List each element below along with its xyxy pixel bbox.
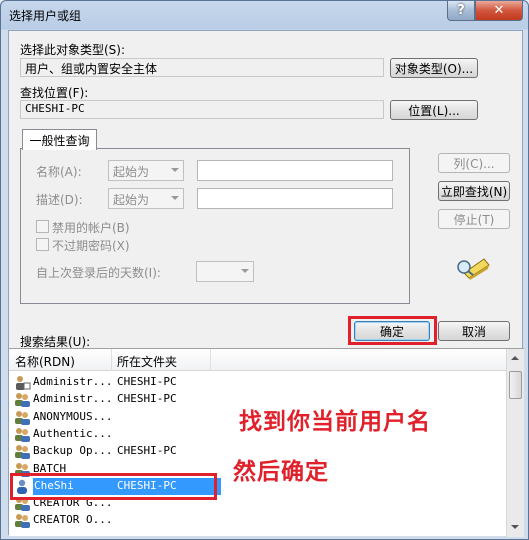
user-group-icon bbox=[14, 513, 31, 529]
row-name: CREATOR O... bbox=[33, 513, 113, 527]
search-flashlight-icon bbox=[457, 258, 490, 280]
row-name: Administr... bbox=[33, 375, 113, 388]
help-button[interactable]: ? bbox=[447, 1, 475, 21]
tab-general-query[interactable]: 一般性查询 bbox=[22, 129, 97, 150]
description-mode-select[interactable]: 起始为 bbox=[108, 188, 184, 209]
user-group-icon bbox=[14, 427, 31, 442]
location-label: 查找位置(F): bbox=[20, 86, 89, 100]
row-folder: CHESHI-PC bbox=[117, 392, 177, 406]
admin-user-icon bbox=[14, 375, 31, 390]
tab-general-query-label: 一般性查询 bbox=[29, 133, 90, 148]
name-mode-value: 起始为 bbox=[113, 165, 150, 179]
query-panel: 名称(A): 起始为 描述(D): 起始为 禁用的帐户(B) 不过期密码(X) … bbox=[20, 148, 410, 304]
annotation-line-1: 找到你当前用户名 bbox=[239, 409, 431, 435]
disabled-accounts-checkbox[interactable] bbox=[36, 220, 49, 233]
chevron-down-icon bbox=[171, 196, 179, 200]
close-button[interactable]: ✕ bbox=[475, 1, 523, 21]
chevron-down-icon bbox=[171, 168, 179, 172]
days-since-logon-select[interactable] bbox=[196, 261, 254, 282]
object-type-field: 用户、组或内置安全主体 bbox=[20, 58, 384, 77]
search-results-list[interactable]: 名称(RDN) 所在文件夹 Administr... CHESHI-PC Admin… bbox=[9, 348, 524, 537]
disabled-accounts-label: 禁用的帐户(B) bbox=[52, 221, 130, 235]
results-header: 名称(RDN) 所在文件夹 bbox=[9, 349, 506, 371]
selected-user-highlight-box bbox=[10, 473, 217, 500]
table-row[interactable]: Administr... CHESHI-PC bbox=[9, 374, 506, 391]
column-header-folder[interactable]: 所在文件夹 bbox=[117, 353, 177, 370]
user-group-icon bbox=[14, 410, 31, 425]
results-scrollbar[interactable] bbox=[506, 349, 524, 537]
find-now-button[interactable]: 立即查找(N) bbox=[438, 181, 510, 201]
title-bar: 选择用户或组 ? ✕ bbox=[1, 1, 528, 29]
row-name: ANONYMOUS... bbox=[33, 409, 113, 423]
stop-button[interactable]: 停止(T) bbox=[438, 209, 510, 229]
row-folder: CHESHI-PC bbox=[117, 444, 177, 458]
column-divider[interactable] bbox=[210, 349, 211, 371]
column-header-name[interactable]: 名称(RDN) bbox=[15, 353, 75, 370]
table-row[interactable]: CREATOR O... bbox=[9, 512, 506, 529]
object-type-label: 选择此对象类型(S): bbox=[20, 43, 126, 57]
description-label: 描述(D): bbox=[36, 193, 83, 207]
dialog-window: 选择用户或组 ? ✕ 选择此对象类型(S): 用户、组或内置安全主体 对象类型(… bbox=[0, 0, 529, 540]
chevron-down-icon bbox=[241, 269, 249, 273]
days-since-logon-label: 自上次登录后的天数(I): bbox=[36, 266, 161, 280]
non-expiring-password-label: 不过期密码(X) bbox=[52, 239, 130, 253]
scroll-up-icon[interactable] bbox=[511, 356, 519, 360]
window-title: 选择用户或组 bbox=[9, 9, 82, 23]
close-icon: ✕ bbox=[493, 3, 505, 18]
row-folder: CHESHI-PC bbox=[117, 375, 177, 388]
row-name: Authentic... bbox=[33, 426, 113, 440]
user-group-icon bbox=[14, 444, 31, 460]
row-name: Backup Op... bbox=[33, 444, 113, 458]
name-label: 名称(A): bbox=[36, 165, 82, 179]
object-types-button[interactable]: 对象类型(O)... bbox=[390, 58, 478, 78]
user-group-icon bbox=[14, 392, 31, 408]
scrollbar-thumb[interactable] bbox=[509, 371, 522, 399]
name-mode-select[interactable]: 起始为 bbox=[108, 160, 184, 181]
help-icon: ? bbox=[457, 3, 465, 18]
scroll-down-icon[interactable] bbox=[511, 525, 519, 529]
column-divider[interactable] bbox=[111, 349, 112, 371]
location-field: CHESHI-PC bbox=[20, 100, 384, 119]
row-name: Administr... bbox=[33, 392, 113, 406]
columns-button[interactable]: 列(C)... bbox=[438, 153, 510, 173]
dialog-client: 选择此对象类型(S): 用户、组或内置安全主体 对象类型(O)... 查找位置(… bbox=[8, 30, 524, 537]
description-input[interactable] bbox=[197, 188, 393, 209]
ok-highlight-box bbox=[348, 316, 437, 345]
annotation-line-2: 然后确定 bbox=[233, 459, 329, 485]
cancel-button[interactable]: 取消 bbox=[438, 321, 510, 341]
name-input[interactable] bbox=[197, 160, 393, 181]
non-expiring-password-checkbox[interactable] bbox=[36, 238, 49, 251]
description-mode-value: 起始为 bbox=[113, 193, 150, 207]
locations-button[interactable]: 位置(L)... bbox=[390, 100, 478, 120]
